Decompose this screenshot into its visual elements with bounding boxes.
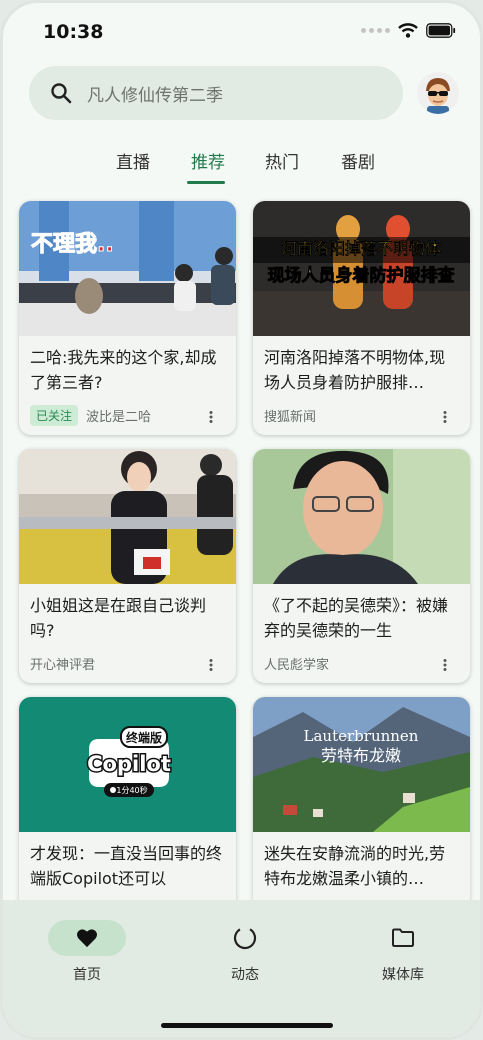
video-author[interactable]: 搜狐新闻 [264, 406, 316, 425]
video-thumbnail: 终端版 Copilot 1分40秒 [19, 697, 236, 832]
video-meta: 已关注 波比是二哈 [30, 404, 226, 426]
nav-home-label: 首页 [73, 967, 101, 983]
video-meta: 开心神评君 [30, 653, 226, 673]
battery-icon [426, 23, 456, 38]
bottom-navigation: 首页 动态 媒体库 [3, 900, 480, 1037]
status-icons [361, 23, 456, 38]
followed-badge: 已关注 [30, 404, 79, 426]
heart-icon [77, 929, 97, 948]
video-author[interactable]: 人民彪学家 [264, 654, 329, 673]
video-card[interactable]: 河南洛阳掉落不明物体 现场人员身着防护服排查 河南洛阳掉落不明物体,现场人员身着… [253, 201, 470, 435]
thumbnail-image: 河南洛阳掉落不明物体 现场人员身着防护服排查 [253, 201, 470, 336]
nav-dynamic-label: 动态 [231, 967, 259, 983]
nav-library-label: 媒体库 [382, 967, 424, 983]
thumbnail-duration: 1分40秒 [116, 785, 147, 795]
video-card[interactable]: 小姐姐这是在跟自己谈判吗? 开心神评君 [19, 449, 236, 683]
phone-screen: 10:38 凡人修仙传第二季 直播 推荐 热门 番剧 不理我.. 二哈:我先来的… [0, 0, 483, 1040]
nav-dynamic-pill [206, 920, 284, 956]
search-icon [51, 83, 72, 104]
video-author[interactable]: 开心神评君 [30, 654, 95, 673]
video-title: 小姐姐这是在跟自己谈判吗? [30, 596, 207, 640]
tab-hot[interactable]: 热门 [265, 148, 299, 173]
video-title: 《了不起的吴德荣》：被嫌弃的吴德荣的一生 [264, 596, 449, 640]
video-meta: 人民彪学家 [264, 653, 460, 673]
search-placeholder: 凡人修仙传第二季 [87, 85, 223, 106]
thumbnail-caption-bottom: 现场人员身着防护服排查 [268, 265, 456, 286]
nav-dynamic[interactable]: 动态 [195, 920, 295, 984]
thumbnail-image: Lauterbrunnen 劳特布龙嫩 [253, 697, 470, 832]
video-card[interactable]: Lauterbrunnen 劳特布龙嫩 迷失在安静流淌的时光,劳特布龙嫩温柔小镇… [253, 697, 470, 900]
wifi-icon [398, 23, 418, 38]
thumbnail-image [253, 449, 470, 584]
thumbnail-caption-en: Lauterbrunnen [304, 727, 419, 745]
circle-refresh-icon [233, 926, 257, 950]
status-bar: 10:38 [3, 3, 480, 63]
video-thumbnail [253, 449, 470, 584]
video-thumbnail: Lauterbrunnen 劳特布龙嫩 [253, 697, 470, 832]
thumbnail-caption: 不理我.. [31, 232, 114, 257]
nav-library-pill [364, 920, 442, 956]
video-thumbnail: 不理我.. [19, 201, 236, 336]
tab-recommend[interactable]: 推荐 [191, 148, 225, 173]
signal-dots-icon [361, 28, 390, 33]
nav-library[interactable]: 媒体库 [353, 920, 453, 984]
thumbnail-image [19, 449, 236, 584]
video-feed: 不理我.. 二哈:我先来的这个家,却成了第三者? 已关注 波比是二哈 河南洛阳掉… [3, 198, 480, 900]
more-options-icon[interactable] [204, 410, 218, 424]
folder-icon [392, 928, 414, 947]
feed-tabs: 直播 推荐 热门 番剧 [3, 143, 480, 188]
thumbnail-caption-top: 河南洛阳掉落不明物体 [281, 239, 442, 258]
thumbnail-caption-cn: 劳特布龙嫩 [321, 746, 401, 765]
nav-home-pill [48, 920, 126, 956]
more-options-icon[interactable] [438, 658, 452, 672]
search-bar[interactable]: 凡人修仙传第二季 [29, 66, 403, 120]
thumbnail-image: 终端版 Copilot 1分40秒 [19, 697, 236, 832]
video-thumbnail [19, 449, 236, 584]
thumbnail-image: 不理我.. [19, 201, 236, 336]
tab-live[interactable]: 直播 [116, 148, 150, 173]
video-card[interactable]: 不理我.. 二哈:我先来的这个家,却成了第三者? 已关注 波比是二哈 [19, 201, 236, 435]
video-card[interactable]: 《了不起的吴德荣》：被嫌弃的吴德荣的一生 人民彪学家 [253, 449, 470, 683]
video-title: 才发现：一直没当回事的终端版Copilot还可以 [30, 844, 223, 888]
more-options-icon[interactable] [438, 410, 452, 424]
video-meta: 搜狐新闻 [264, 405, 460, 425]
avatar-image [417, 72, 459, 114]
nav-home[interactable]: 首页 [37, 920, 137, 984]
tab-indicator [187, 181, 225, 184]
video-title: 河南洛阳掉落不明物体,现场人员身着防护服排… [264, 348, 446, 392]
status-time: 10:38 [43, 21, 104, 43]
thumbnail-caption-tag: 终端版 [126, 730, 162, 745]
home-indicator[interactable] [161, 1023, 333, 1028]
avatar[interactable] [417, 72, 459, 114]
thumbnail-caption-title: Copilot [87, 752, 171, 776]
more-options-icon[interactable] [204, 658, 218, 672]
video-title: 二哈:我先来的这个家,却成了第三者? [30, 348, 217, 392]
video-title: 迷失在安静流淌的时光,劳特布龙嫩温柔小镇的… [264, 844, 446, 888]
tab-anime[interactable]: 番剧 [341, 148, 375, 173]
video-card[interactable]: 终端版 Copilot 1分40秒 才发现：一直没当回事的终端版Copilot还… [19, 697, 236, 900]
video-thumbnail: 河南洛阳掉落不明物体 现场人员身着防护服排查 [253, 201, 470, 336]
video-author[interactable]: 波比是二哈 [86, 406, 151, 425]
